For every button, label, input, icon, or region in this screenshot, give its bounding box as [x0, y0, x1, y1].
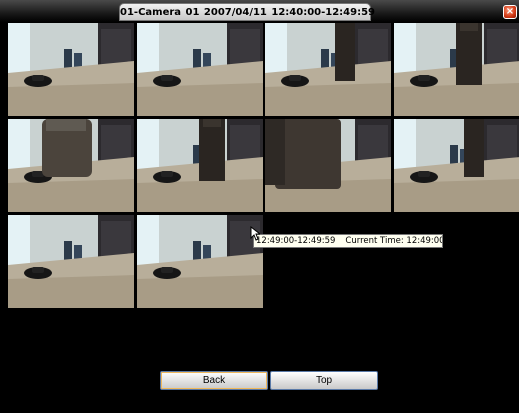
time-tooltip: 12:49:00-12:49:59 Current Time: 12:49:00: [253, 234, 443, 248]
camera-thumbnail[interactable]: [137, 215, 263, 308]
camera-thumbnail[interactable]: [265, 119, 391, 212]
camera-frame-image: [265, 23, 391, 116]
camera-thumbnail[interactable]: [8, 119, 134, 212]
tooltip-range: 12:49:00-12:49:59: [256, 236, 336, 246]
camera-thumbnail[interactable]: [265, 23, 391, 116]
camera-frame-image: [137, 119, 263, 212]
playback-window: 01-Camera 01 2007/04/11 12:40:00-12:49:5…: [0, 0, 519, 413]
tooltip-current-time: Current Time: 12:49:00: [345, 236, 443, 246]
window-title: 01-Camera 01 2007/04/11 12:40:00-12:49:5…: [119, 3, 375, 21]
camera-thumbnail[interactable]: [137, 119, 263, 212]
camera-thumbnail[interactable]: [394, 23, 519, 116]
camera-thumbnail[interactable]: [394, 119, 519, 212]
mouse-cursor-icon: [250, 226, 260, 241]
camera-frame-image: [394, 23, 519, 116]
back-button[interactable]: Back: [160, 371, 268, 390]
camera-frame-image: [8, 23, 134, 116]
close-icon[interactable]: ×: [503, 5, 517, 19]
camera-frame-image: [8, 215, 134, 308]
camera-thumbnail[interactable]: [8, 23, 134, 116]
camera-thumbnail[interactable]: [8, 215, 134, 308]
camera-frame-image: [394, 119, 519, 212]
camera-thumbnail[interactable]: [137, 23, 263, 116]
camera-frame-image: [137, 215, 263, 308]
camera-frame-image: [265, 119, 391, 212]
thumbnail-grid: [8, 23, 519, 313]
title-bar: 01-Camera 01 2007/04/11 12:40:00-12:49:5…: [0, 0, 519, 22]
camera-frame-image: [137, 23, 263, 116]
top-button[interactable]: Top: [270, 371, 378, 390]
camera-frame-image: [8, 119, 134, 212]
